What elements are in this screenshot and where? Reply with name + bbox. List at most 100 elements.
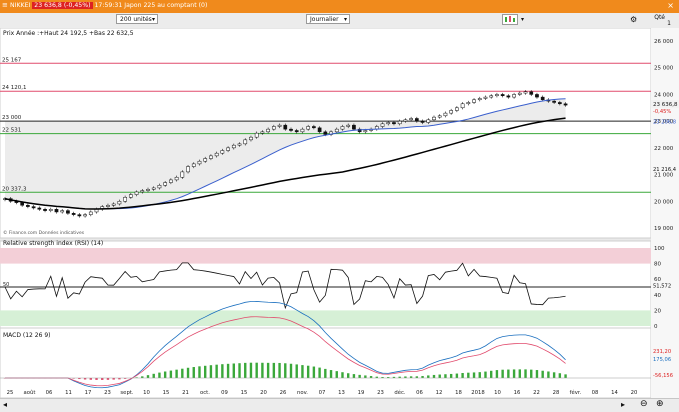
macd-histogram-bar bbox=[204, 365, 207, 378]
candle-body bbox=[449, 110, 454, 114]
candle-body bbox=[363, 130, 368, 133]
period-select[interactable]: Journalier ▾ bbox=[306, 14, 350, 24]
candle-body bbox=[266, 128, 270, 133]
price-level-label: 22 531 bbox=[2, 128, 21, 134]
price-axis-tick: 24 000 bbox=[654, 92, 674, 98]
candlestick-icon[interactable] bbox=[502, 14, 518, 25]
x-axis-tick-label: 07 bbox=[319, 390, 326, 396]
candle-body bbox=[334, 128, 339, 133]
last-price-label: 23 636,8 bbox=[653, 102, 678, 108]
price-level-label: 20 337,3 bbox=[2, 186, 27, 192]
price-axis-tick: 20 000 bbox=[654, 199, 674, 205]
candle-body bbox=[214, 152, 219, 157]
quote-time: 17:59:31 bbox=[94, 2, 123, 9]
macd-histogram-bar bbox=[415, 376, 419, 378]
chart-area[interactable]: 25 167 24 120,1 23 000 22 531 20 337,3 Prix A… bbox=[0, 27, 652, 399]
candle-body bbox=[83, 214, 87, 217]
macd-histogram-bar bbox=[421, 376, 424, 378]
candle-body bbox=[77, 214, 82, 217]
x-axis-tick-label: 28 bbox=[553, 390, 560, 396]
scroll-right-icon[interactable]: ▸ bbox=[621, 400, 625, 409]
x-axis-tick-label: 11 bbox=[65, 390, 72, 396]
macd-histogram-bar bbox=[541, 370, 544, 378]
macd-histogram-bar bbox=[347, 373, 350, 378]
candle-body bbox=[88, 211, 93, 215]
candle-body bbox=[157, 185, 162, 189]
macd-histogram-bar bbox=[232, 363, 235, 378]
macd-hist-value-label: -56,156 bbox=[653, 373, 673, 379]
x-axis-tick-label: 22 bbox=[533, 390, 540, 396]
candle-body bbox=[477, 98, 482, 101]
candle-body bbox=[243, 139, 248, 145]
candle-body bbox=[483, 96, 488, 99]
time-scrollbar[interactable]: ◂ ▸ ⊖ ⊕ bbox=[0, 398, 679, 412]
candle-body bbox=[151, 187, 156, 190]
macd-histogram-bar bbox=[284, 363, 287, 378]
candle-body bbox=[426, 119, 431, 123]
x-axis-tick-label: 09 bbox=[221, 390, 228, 396]
macd-histogram-bar bbox=[192, 367, 195, 378]
candle-body bbox=[254, 132, 259, 138]
chevron-down-icon[interactable]: ▾ bbox=[521, 16, 524, 23]
macd-histogram-bar bbox=[324, 368, 327, 378]
candle-body bbox=[386, 122, 391, 125]
x-axis-tick-label: 23 bbox=[377, 390, 384, 396]
macd-histogram-bar bbox=[358, 374, 361, 378]
chart-canvas[interactable]: 25 167 24 120,1 23 000 22 531 20 337,3 Prix A… bbox=[0, 27, 652, 399]
macd-histogram-bar bbox=[278, 362, 281, 378]
candle-body bbox=[271, 126, 276, 130]
price-axis-tick: 26 000 bbox=[654, 39, 674, 45]
candle-body bbox=[31, 206, 36, 209]
price-axis-tick: 21 000 bbox=[654, 173, 674, 179]
candle-body bbox=[180, 171, 185, 178]
x-axis-tick-label: 26 bbox=[280, 390, 287, 396]
candle-body bbox=[117, 201, 122, 205]
candle-body bbox=[140, 190, 145, 193]
macd-histogram-bar bbox=[535, 370, 539, 378]
scroll-left-icon[interactable]: ◂ bbox=[3, 400, 7, 409]
candle-body bbox=[563, 103, 568, 106]
macd-histogram-bar bbox=[215, 364, 218, 378]
macd-histogram-bar bbox=[335, 371, 338, 378]
last-price: 23 636,8 bbox=[34, 2, 62, 9]
candle-body bbox=[209, 155, 213, 159]
candle-body bbox=[500, 94, 505, 97]
macd-histogram-bar bbox=[467, 372, 470, 378]
candle-body bbox=[529, 91, 534, 95]
price-axis-tick: 19 000 bbox=[654, 226, 674, 232]
period-select-value: Journalier bbox=[310, 16, 339, 23]
rsi-axis-tick: 0 bbox=[654, 324, 658, 330]
chevron-down-icon: ▾ bbox=[151, 16, 155, 23]
candle-body bbox=[191, 163, 196, 167]
hamburger-icon[interactable]: ≡ bbox=[2, 1, 8, 9]
candle-body bbox=[489, 95, 494, 98]
candle-body bbox=[306, 126, 311, 130]
x-axis-tick-label: 2018 bbox=[471, 390, 485, 396]
macd-histogram-bar bbox=[318, 367, 321, 378]
macd-histogram-bar bbox=[198, 366, 201, 378]
macd-histogram-bar bbox=[238, 363, 241, 378]
candle-body bbox=[134, 191, 139, 195]
macd-histogram-bar bbox=[558, 373, 562, 378]
rsi-axis-tick: 20 bbox=[654, 308, 661, 314]
candle-body bbox=[146, 189, 150, 191]
candle-body bbox=[506, 95, 511, 98]
macd-histogram-bar bbox=[432, 374, 436, 378]
candle-body bbox=[237, 143, 242, 146]
macd-histogram-bar bbox=[427, 375, 430, 378]
price-level-label: 23 000 bbox=[2, 115, 22, 121]
zoom-out-icon[interactable]: ⊖ bbox=[640, 399, 648, 409]
quantity-value[interactable]: 1 bbox=[667, 20, 671, 27]
market-name: Japon 225 au comptant (0) bbox=[124, 2, 208, 9]
macd-histogram-bar bbox=[295, 364, 298, 378]
macd-histogram-bar bbox=[146, 375, 150, 378]
x-axis-tick-label: 15 bbox=[241, 390, 248, 396]
x-axis-tick-label: déc. bbox=[394, 389, 406, 396]
quantity-select[interactable]: 200 unités ▾ bbox=[116, 14, 158, 24]
candle-body bbox=[277, 124, 282, 127]
macd-histogram-bar bbox=[507, 369, 510, 378]
zoom-in-icon[interactable]: ⊕ bbox=[656, 399, 664, 409]
macd-histogram-bar bbox=[175, 369, 178, 378]
gear-icon[interactable]: ⚙ bbox=[630, 15, 637, 24]
close-icon[interactable]: × bbox=[667, 1, 674, 10]
